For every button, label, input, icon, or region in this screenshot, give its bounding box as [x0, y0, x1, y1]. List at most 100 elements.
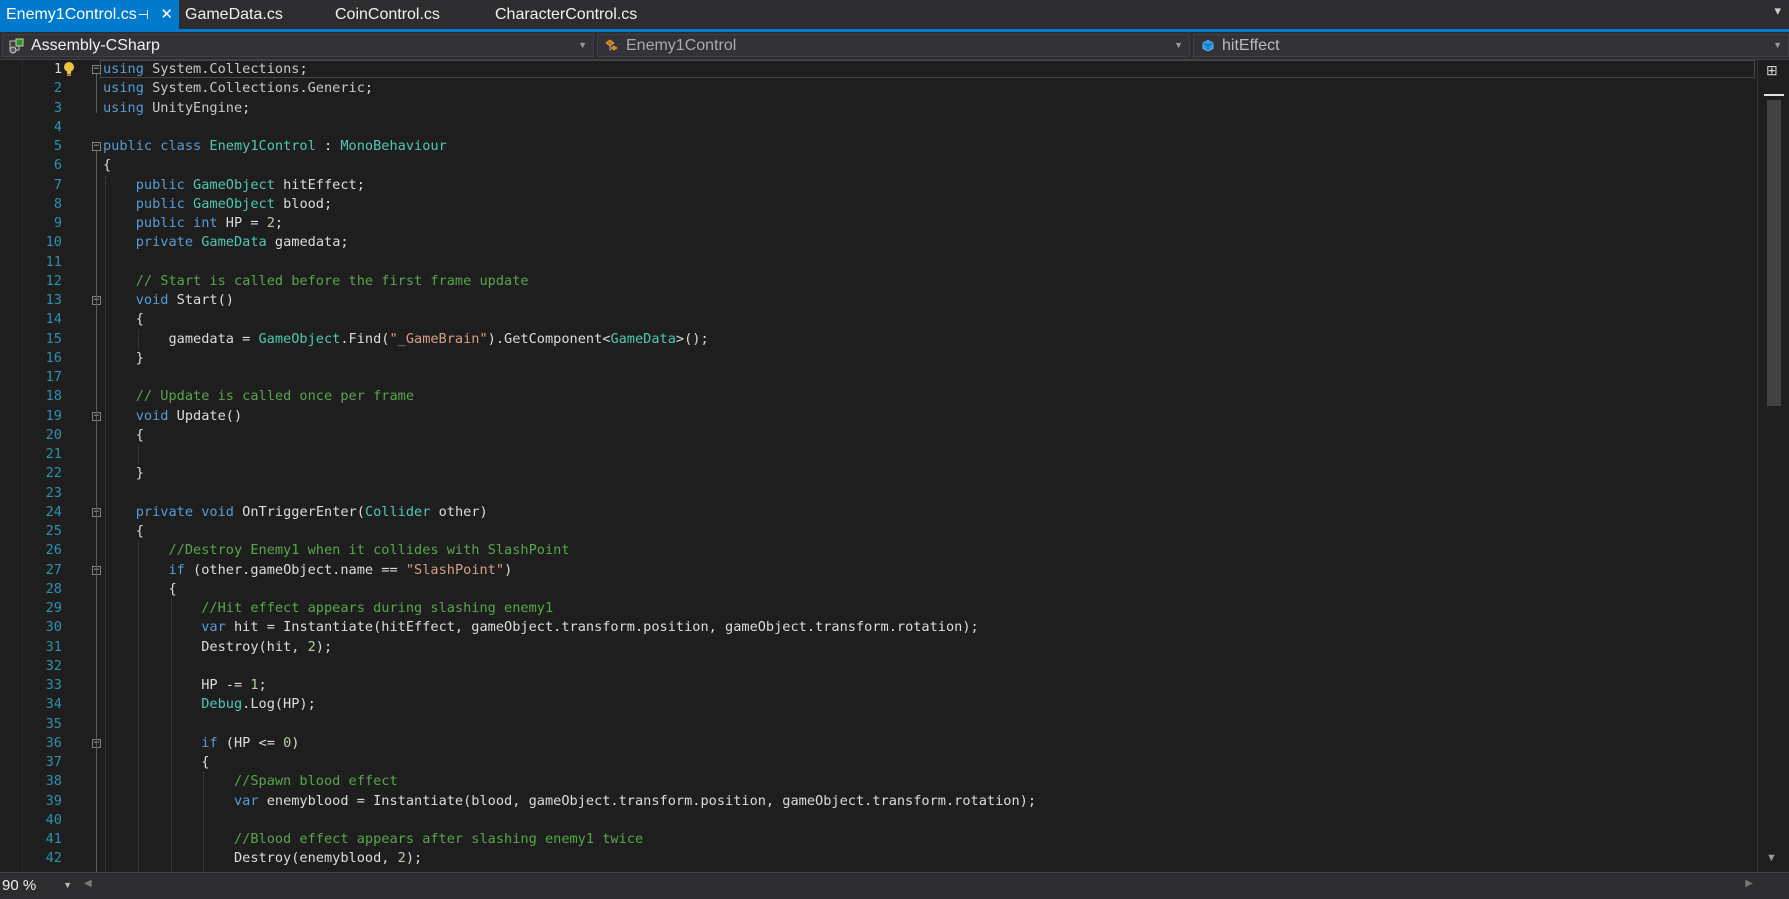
indent-guide [137, 541, 139, 872]
code-line[interactable]: 42 Destroy(enemyblood, 2); [0, 849, 1750, 868]
code-editor[interactable]: 1 using System.Collections; 2 using System.… [0, 60, 1789, 872]
code-text: //Blood effect appears after slashing en… [233, 831, 644, 847]
zoom-dropdown[interactable]: 90 % ▼ [2, 875, 74, 896]
code-line[interactable]: 35 [0, 715, 1750, 734]
scrollbar-thumb[interactable] [1767, 100, 1781, 406]
code-line[interactable]: 23 [0, 484, 1750, 503]
class-dropdown[interactable]: Enemy1Control ▼ [597, 34, 1190, 57]
line-number: 35 [45, 715, 62, 732]
code-line[interactable]: 40 [0, 811, 1750, 830]
scroll-left-arrow-icon[interactable]: ◀ [84, 878, 92, 889]
editor-bottom-bar: 90 % ▼ ◀ ▶ [0, 872, 1789, 899]
indent-guide [105, 175, 106, 872]
collapse-icon[interactable]: − [92, 142, 101, 151]
code-text: // Update is called once per frame [135, 388, 415, 405]
line-number: 40 [45, 811, 62, 828]
code-line[interactable]: 30 var hit = Instantiate(hitEffect, game… [0, 618, 1750, 637]
pin-icon[interactable]: ⊣ [138, 0, 149, 29]
tab-gamedata[interactable]: GameData.cs [179, 0, 335, 29]
code-line[interactable]: 2 using System.Collections.Generic; [0, 79, 1750, 98]
tab-coincontrol[interactable]: CoinControl.cs [329, 0, 489, 29]
code-line[interactable]: 7 public GameObject hitEffect; [0, 176, 1750, 195]
project-dropdown[interactable]: Assembly-CSharp ▼ [2, 34, 594, 57]
code-line[interactable]: 3 using UnityEngine; [0, 99, 1750, 118]
vertical-scrollbar[interactable]: ⊞ ▼ [1757, 60, 1789, 872]
code-line[interactable]: 37 { [0, 753, 1750, 772]
code-line[interactable]: 41 //Blood effect appears after slashing… [0, 830, 1750, 849]
code-line[interactable]: 26 //Destroy Enemy1 when it collides wit… [0, 541, 1750, 560]
line-number: 24 [45, 503, 62, 520]
code-line[interactable]: 9 public int HP = 2; [0, 214, 1750, 233]
indent-guide [203, 772, 205, 872]
code-line[interactable]: 39 var enemyblood = Instantiate(blood, g… [0, 792, 1750, 811]
tab-label: Enemy1Control.cs [6, 6, 137, 23]
code-line[interactable]: 10 private GameData gamedata; [0, 233, 1750, 252]
line-number: 29 [45, 600, 62, 616]
navigation-bar: Assembly-CSharp ▼ Enemy1Control ▼ hitEff… [0, 32, 1789, 60]
code-text: using UnityEngine; [103, 99, 251, 116]
tab-enemy1control[interactable]: Enemy1Control.cs ⊣ ✕ [0, 0, 179, 29]
code-line[interactable]: 24 private void OnTriggerEnter(Collider … [0, 503, 1750, 522]
tab-label: CoinControl.cs [335, 6, 440, 23]
code-line[interactable]: 4 [0, 118, 1750, 137]
code-text: { [103, 754, 210, 770]
code-line[interactable]: 12 // Start is called before the first f… [0, 272, 1750, 291]
outline-line [96, 747, 97, 872]
code-line[interactable]: 28 { [0, 580, 1750, 599]
close-icon[interactable]: ✕ [160, 0, 173, 29]
code-line[interactable]: 13 void Start() [0, 291, 1750, 310]
line-number: 21 [45, 446, 62, 462]
code-text: using System.Collections.Generic; [103, 80, 374, 97]
code-line[interactable]: 17 [0, 368, 1750, 387]
scroll-down-arrow-icon[interactable]: ▼ [1766, 852, 1777, 864]
tab-charactercontrol[interactable]: CharacterControl.cs [489, 0, 689, 29]
code-text: // Start is called before the first fram… [135, 272, 529, 289]
code-text: public class Enemy1Control : MonoBehavio… [103, 138, 447, 154]
class-icon [605, 39, 618, 51]
line-number: 1 [53, 61, 62, 77]
line-number: 9 [53, 215, 62, 231]
horizontal-scrollbar[interactable]: ◀ ▶ [80, 873, 1757, 899]
code-line[interactable]: 5 public class Enemy1Control : MonoBehavi… [0, 137, 1750, 156]
code-line[interactable]: 31 Destroy(hit, 2); [0, 638, 1750, 657]
code-text: public GameObject hitEffect; [135, 176, 365, 193]
code-line[interactable]: 6{ [0, 156, 1750, 175]
code-text: { [103, 311, 144, 328]
code-text: void Update() [135, 407, 243, 424]
csharp-project-icon [9, 38, 24, 54]
field-icon [1202, 40, 1214, 52]
code-line[interactable]: 29 //Hit effect appears during slashing … [0, 599, 1750, 618]
tab-list-dropdown-icon[interactable]: ▾ [1774, 3, 1781, 19]
code-line[interactable]: 36 if (HP <= 0) [0, 734, 1750, 753]
line-number: 12 [45, 272, 62, 289]
zoom-level: 90 % [2, 877, 37, 894]
code-line[interactable]: 27 if (other.gameObject.name == "SlashPo… [0, 561, 1750, 580]
code-line[interactable]: 34 Debug.Log(HP); [0, 695, 1750, 714]
code-text: //Spawn blood effect [233, 773, 398, 790]
code-line[interactable]: 32 [0, 657, 1750, 676]
code-line[interactable]: 15 gamedata = GameObject.Find("_GameBrai… [0, 330, 1750, 349]
line-number: 31 [45, 638, 62, 655]
code-line[interactable]: 20 { [0, 426, 1750, 445]
code-line[interactable]: 21 [0, 445, 1750, 464]
code-text: { [103, 580, 177, 597]
code-line[interactable]: 16 } [0, 349, 1750, 368]
code-line[interactable]: 25 { [0, 522, 1750, 541]
code-text: HP -= 1; [103, 677, 267, 693]
line-number: 22 [45, 465, 62, 482]
code-line[interactable]: 38 //Spawn blood effect [0, 772, 1750, 791]
collapse-icon[interactable]: − [92, 65, 101, 74]
code-line[interactable]: 18 // Update is called once per frame [0, 387, 1750, 406]
code-line[interactable]: 8 public GameObject blood; [0, 195, 1750, 214]
code-line[interactable]: 14 { [0, 310, 1750, 329]
code-line[interactable]: 11 [0, 253, 1750, 272]
member-dropdown[interactable]: hitEffect ▼ [1193, 34, 1789, 57]
code-line[interactable]: 22 } [0, 464, 1750, 483]
line-number: 39 [45, 792, 62, 809]
split-window-icon[interactable]: ⊞ [1766, 62, 1778, 79]
code-line[interactable]: 1 using System.Collections; [0, 60, 1750, 79]
code-line[interactable]: 33 HP -= 1; [0, 676, 1750, 695]
code-line[interactable]: 19 void Update() [0, 407, 1750, 426]
scroll-right-arrow-icon[interactable]: ▶ [1745, 878, 1753, 889]
line-number: 7 [53, 176, 62, 193]
